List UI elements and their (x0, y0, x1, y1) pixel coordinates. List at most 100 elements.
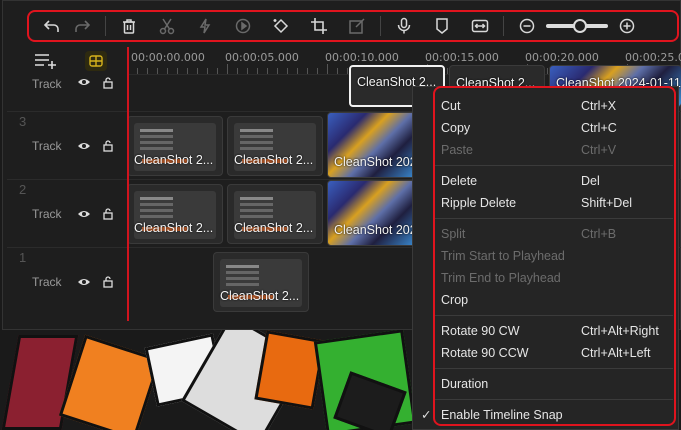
timeline-clip[interactable]: CleanShot 2... (127, 116, 223, 176)
undo-icon[interactable] (37, 12, 67, 40)
menu-item-label: Ripple Delete (441, 196, 517, 210)
menu-item-label: Enable Timeline Snap (441, 408, 563, 422)
menu-item-rotate-cw[interactable]: Rotate 90 CW Ctrl+Alt+Right (413, 320, 680, 342)
menu-item-shortcut: Ctrl+C (581, 121, 617, 135)
snap-toggle-icon[interactable] (85, 51, 107, 71)
microphone-icon[interactable] (389, 12, 419, 40)
track-number: 3 (19, 114, 27, 129)
menu-item-trim-start[interactable]: Trim Start to Playhead (413, 245, 680, 267)
ruler-tick (257, 68, 258, 74)
menu-item-shortcut: Ctrl+V (581, 143, 617, 157)
lock-icon[interactable] (103, 207, 113, 220)
menu-item-label: Duration (441, 377, 489, 391)
timeline-clip[interactable]: CleanShot 2... (227, 116, 323, 176)
ruler-tick (307, 68, 308, 74)
ruler-tick (277, 68, 278, 74)
toolbar-divider (503, 16, 504, 36)
menu-item-crop[interactable]: Crop (413, 289, 680, 311)
eye-icon[interactable] (77, 277, 91, 287)
ruler-label: 00:00:10.000 (325, 51, 399, 64)
track-header: 2 Track (7, 180, 125, 247)
eye-icon[interactable] (77, 77, 91, 87)
timeline-clip[interactable]: CleanShot 2024 (327, 180, 419, 246)
toolbar-divider (380, 16, 381, 36)
ruler-tick (237, 68, 238, 74)
playhead[interactable] (127, 47, 129, 321)
timeline-clip[interactable]: CleanShot 2... (127, 184, 223, 244)
clip-label: CleanShot 2... (234, 221, 314, 235)
menu-item-label: Trim End to Playhead (441, 271, 561, 285)
menu-item-label: Rotate 90 CCW (441, 346, 529, 360)
menu-separator (433, 218, 673, 219)
lock-icon[interactable] (103, 275, 113, 288)
ruler-label: 00:00:15.000 (425, 51, 499, 64)
menu-item-rotate-ccw[interactable]: Rotate 90 CCW Ctrl+Alt+Left (413, 342, 680, 364)
track-name: Track (32, 274, 62, 289)
menu-item-cut[interactable]: Cut Ctrl+X (413, 95, 680, 117)
timeline-clip[interactable]: CleanShot 2... (227, 184, 323, 244)
ruler-tick (147, 68, 148, 74)
ruler-tick (177, 68, 178, 74)
cut-icon[interactable] (152, 12, 182, 40)
menu-item-paste[interactable]: Paste Ctrl+V (413, 139, 680, 161)
ruler-tick (347, 68, 348, 74)
fit-icon[interactable] (465, 12, 495, 40)
ruler-label: 00:00:00.000 (131, 51, 205, 64)
timeline-clip[interactable]: CleanShot 2024 (327, 112, 419, 178)
menu-item-label: Cut (441, 99, 461, 113)
menu-item-duration[interactable]: Duration (413, 373, 680, 395)
ruler-tick (227, 64, 228, 74)
menu-item-shortcut: Shift+Del (581, 196, 633, 210)
ruler-tick (167, 68, 168, 74)
menu-item-delete[interactable]: Delete Del (413, 170, 680, 192)
menu-item-label: Copy (441, 121, 471, 135)
zoom-in-icon[interactable] (612, 12, 642, 40)
ruler-tick (197, 68, 198, 74)
menu-separator (433, 399, 673, 400)
zoom-slider[interactable] (546, 19, 608, 33)
menu-item-trim-end[interactable]: Trim End to Playhead (413, 267, 680, 289)
add-track-icon[interactable] (33, 51, 59, 71)
menu-item-enable-snap[interactable]: ✓ Enable Timeline Snap (413, 404, 680, 426)
menu-item-label: Trim Start to Playhead (441, 249, 565, 263)
track-number: 2 (19, 182, 27, 197)
zoom-slider-handle[interactable] (573, 19, 588, 33)
track-header: 3 Track (7, 112, 125, 179)
menu-separator (433, 368, 673, 369)
lock-icon[interactable] (103, 77, 113, 89)
ruler-tick (137, 68, 138, 74)
clip-label: CleanShot 2... (220, 289, 300, 303)
eye-icon[interactable] (77, 209, 91, 219)
crop-icon[interactable] (304, 12, 334, 40)
edit-icon[interactable] (342, 12, 372, 40)
magic-icon[interactable] (266, 12, 296, 40)
marker-icon[interactable] (427, 12, 457, 40)
menu-item-label: Crop (441, 293, 469, 307)
menu-item-shortcut: Ctrl+X (581, 99, 617, 113)
track-header: 1 Track (7, 248, 125, 315)
track-name: Track (32, 77, 62, 91)
delete-icon[interactable] (114, 12, 144, 40)
menu-item-label: Delete (441, 174, 478, 188)
split-icon[interactable] (190, 12, 220, 40)
lock-icon[interactable] (103, 139, 113, 152)
clip-label: CleanShot 2024 (334, 155, 419, 169)
menu-item-label: Rotate 90 CW (441, 324, 520, 338)
menu-item-ripple-delete[interactable]: Ripple Delete Shift+Del (413, 192, 680, 214)
speed-icon[interactable] (228, 12, 258, 40)
clip-label: CleanShot 2024 (334, 223, 419, 237)
menu-item-split[interactable]: Split Ctrl+B (413, 223, 680, 245)
ruler-tick (217, 68, 218, 74)
track-name: Track (32, 206, 62, 221)
eye-icon[interactable] (77, 141, 91, 151)
clip-label: CleanShot 2... (234, 153, 314, 167)
menu-item-shortcut: Del (581, 174, 600, 188)
menu-item-copy[interactable]: Copy Ctrl+C (413, 117, 680, 139)
redo-icon[interactable] (67, 12, 97, 40)
zoom-out-icon[interactable] (512, 12, 542, 40)
timeline-clip[interactable]: CleanShot 2... (213, 252, 309, 312)
ruler-tick (297, 68, 298, 74)
ruler-tick (267, 68, 268, 74)
ruler-tick (317, 68, 318, 74)
menu-separator (433, 165, 673, 166)
